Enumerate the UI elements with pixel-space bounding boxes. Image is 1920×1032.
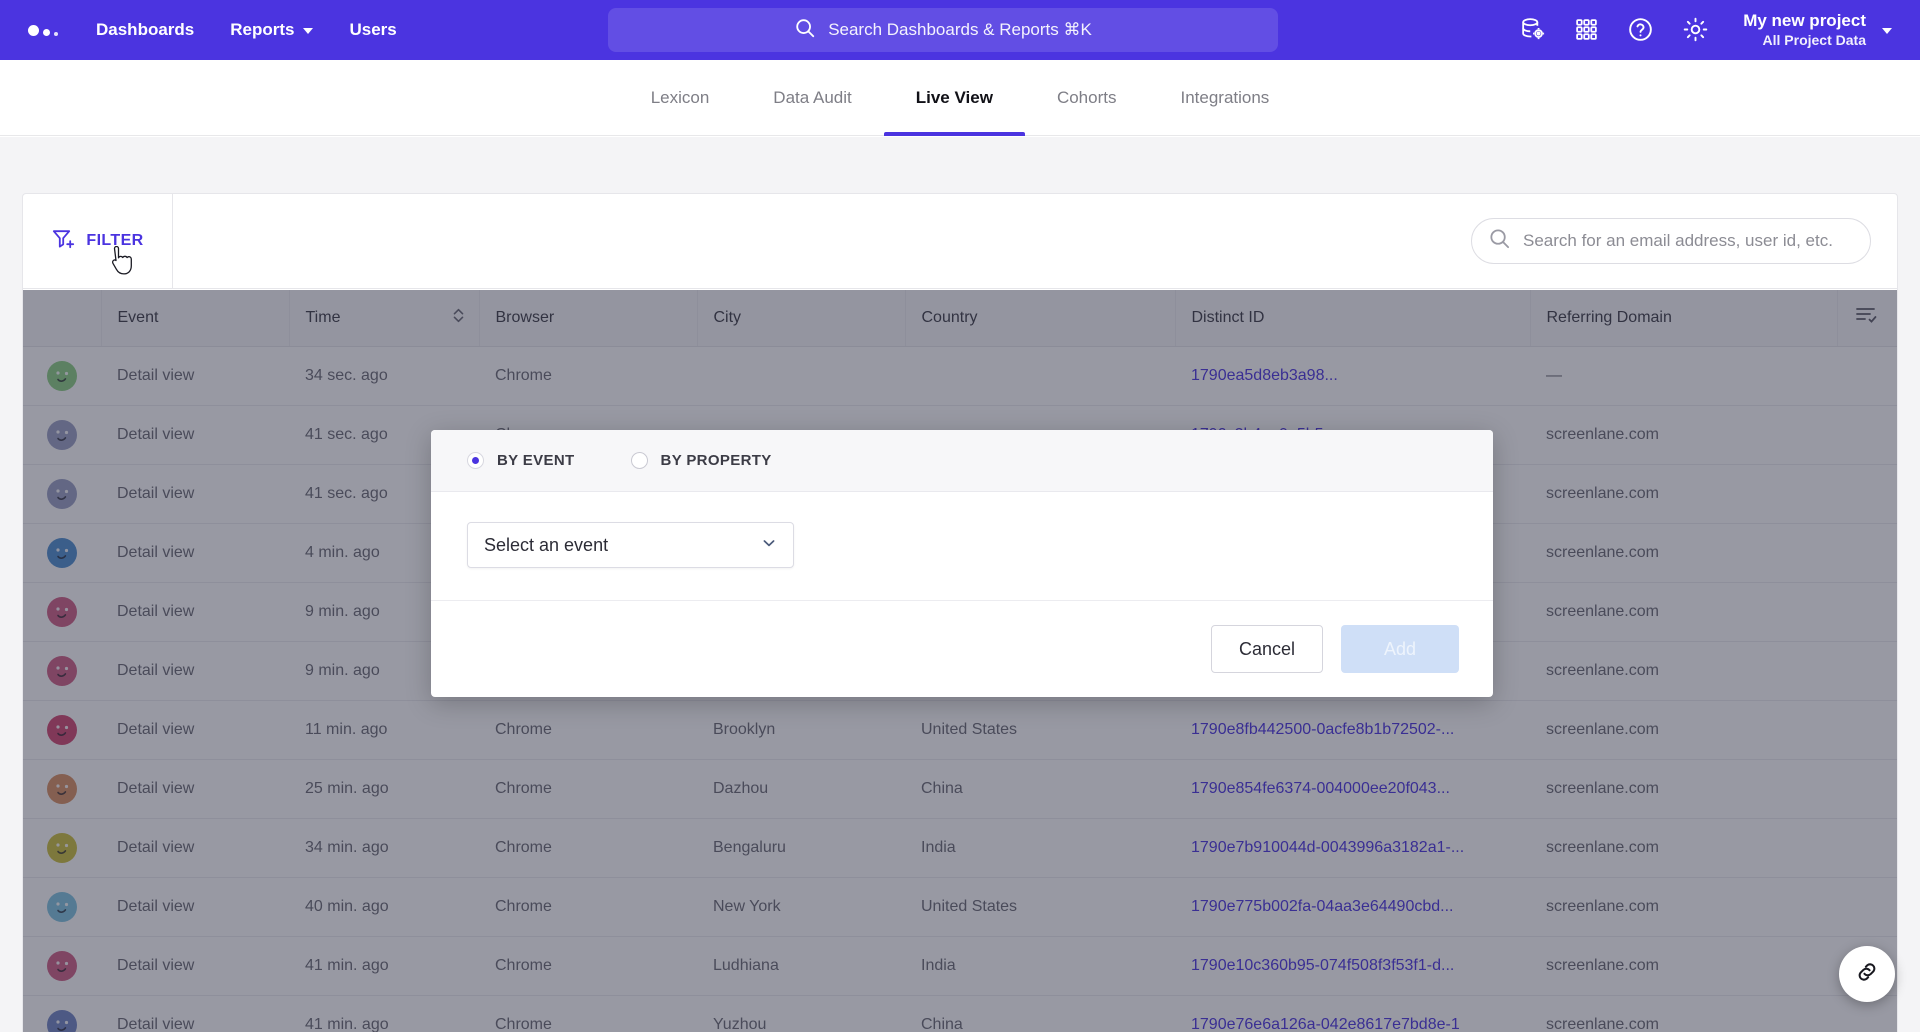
user-search-input[interactable] (1523, 231, 1854, 251)
nav-label: Reports (230, 20, 295, 39)
filter-button-label: FILTER (86, 232, 144, 249)
search-icon (1488, 227, 1511, 255)
radio-button-selected[interactable] (467, 452, 484, 469)
chevron-down-icon (303, 28, 314, 34)
cancel-button[interactable]: Cancel (1211, 625, 1323, 673)
filter-button[interactable]: FILTER (23, 194, 173, 289)
nav-label: Users (349, 20, 397, 39)
tab-label: Lexicon (650, 87, 710, 107)
tab-integrations[interactable]: Integrations (1148, 60, 1301, 136)
event-select-dropdown[interactable]: Select an event (467, 522, 794, 568)
global-search-placeholder: Search Dashboards & Reports ⌘K (828, 20, 1092, 39)
add-button[interactable]: Add (1341, 625, 1459, 673)
tab-label: Live View (915, 87, 993, 107)
help-circle-icon[interactable] (1627, 16, 1654, 43)
modal-mode-selector: BY EVENT BY PROPERTY (431, 430, 1493, 492)
filter-toolbar: FILTER (23, 194, 1897, 289)
tab-label: Cohorts (1056, 87, 1117, 107)
project-name: My new project (1743, 11, 1866, 31)
mouse-cursor-icon (109, 245, 135, 281)
event-select-value: Select an event (484, 534, 609, 555)
project-selector[interactable]: My new project All Project Data (1743, 11, 1892, 49)
nav-item-users[interactable]: Users (349, 20, 396, 40)
radio-by-event[interactable]: BY EVENT (467, 452, 575, 469)
add-filter-modal: BY EVENT BY PROPERTY Select an event Can… (431, 430, 1493, 697)
sub-navigation-tabs: Lexicon Data Audit Live View Cohorts Int… (0, 60, 1920, 136)
tab-label: Integrations (1180, 87, 1270, 107)
top-navigation-bar: Dashboards Reports Users Search Dashboar… (0, 0, 1920, 60)
grid-apps-icon[interactable] (1574, 17, 1599, 42)
chevron-down-icon (1882, 27, 1892, 34)
project-subtitle: All Project Data (1762, 31, 1866, 48)
share-link-button[interactable] (1839, 946, 1895, 1002)
modal-body: Select an event (431, 492, 1493, 601)
gear-icon[interactable] (1682, 16, 1709, 43)
radio-label: BY EVENT (497, 452, 575, 469)
mixpanel-logo[interactable] (28, 24, 58, 36)
database-settings-icon[interactable] (1519, 16, 1546, 43)
nav-item-reports[interactable]: Reports (230, 20, 314, 40)
filter-add-icon (51, 227, 75, 256)
search-icon (794, 17, 816, 44)
tab-label: Data Audit (773, 87, 852, 107)
tab-data-audit[interactable]: Data Audit (741, 60, 883, 136)
link-icon (1854, 959, 1880, 990)
tab-live-view[interactable]: Live View (883, 60, 1026, 136)
radio-by-property[interactable]: BY PROPERTY (630, 452, 772, 469)
global-search-input[interactable]: Search Dashboards & Reports ⌘K (608, 8, 1278, 52)
radio-button-unselected[interactable] (630, 452, 648, 469)
page-body: FILTER Search for an email address, user… (0, 137, 1920, 1032)
modal-footer: Cancel Add (431, 601, 1493, 697)
nav-label: Dashboards (96, 20, 195, 39)
chevron-down-icon (761, 535, 777, 556)
radio-label: BY PROPERTY (660, 452, 772, 469)
tab-lexicon[interactable]: Lexicon (619, 60, 742, 136)
nav-item-dashboards[interactable]: Dashboards (96, 20, 194, 40)
user-search-box[interactable] (1471, 218, 1871, 264)
tab-cohorts[interactable]: Cohorts (1025, 60, 1149, 136)
